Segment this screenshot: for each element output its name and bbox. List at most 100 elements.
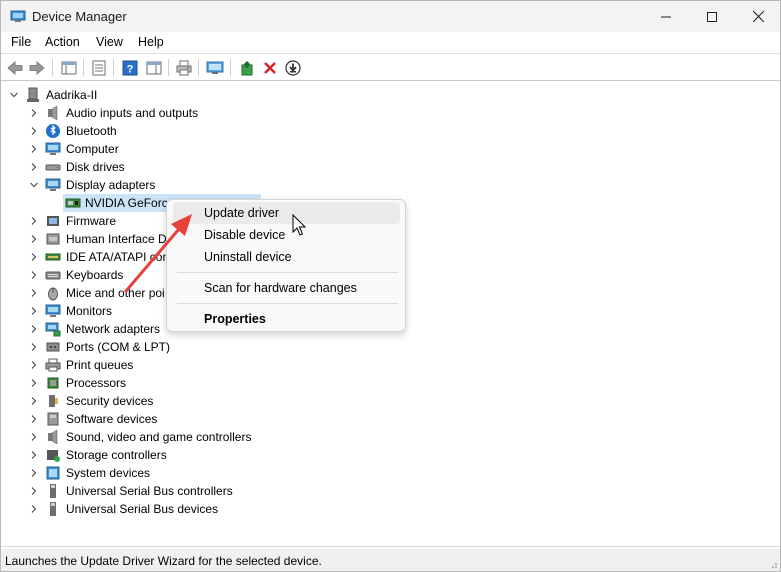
toolbar-separator — [52, 59, 53, 76]
computer-icon — [45, 142, 61, 155]
back-button[interactable] — [5, 58, 25, 77]
expand-chevron-icon[interactable] — [29, 252, 39, 262]
close-button[interactable] — [735, 1, 781, 32]
print-button[interactable] — [174, 58, 194, 77]
expand-chevron-icon[interactable] — [29, 360, 39, 370]
tree-node[interactable]: Security devices — [66, 394, 153, 408]
expand-chevron-icon[interactable] — [29, 288, 39, 298]
display-adapter-icon — [45, 178, 61, 191]
expand-chevron-icon[interactable] — [29, 486, 39, 496]
tree-node[interactable]: IDE ATA/ATAPI cont — [66, 250, 172, 264]
menu-view[interactable]: View — [96, 35, 123, 49]
menu-item-properties[interactable]: Properties — [173, 308, 400, 330]
expand-chevron-icon[interactable] — [29, 396, 39, 406]
processor-icon — [47, 377, 59, 389]
tree-root-node[interactable]: Aadrika-II — [46, 88, 97, 102]
update-driver-icon — [241, 60, 253, 75]
tree-node[interactable]: Storage controllers — [66, 448, 167, 462]
tree-node[interactable]: System devices — [66, 466, 150, 480]
printer-icon — [45, 358, 61, 372]
minimize-button[interactable] — [643, 1, 689, 32]
expand-chevron-icon[interactable] — [29, 306, 39, 316]
maximize-button[interactable] — [689, 1, 735, 32]
menu-help[interactable]: Help — [138, 35, 164, 49]
tree-node[interactable]: Audio inputs and outputs — [66, 106, 198, 120]
title-bar: Device Manager — [1, 1, 780, 32]
minimize-icon — [661, 16, 671, 17]
properties-button[interactable] — [89, 58, 109, 77]
scan-hardware-button[interactable] — [205, 58, 225, 77]
software-device-icon — [47, 412, 59, 426]
toolbar: ? — [1, 54, 780, 81]
collapse-chevron-icon[interactable] — [29, 180, 39, 190]
tree-node[interactable]: Universal Serial Bus devices — [66, 502, 218, 516]
svg-text:?: ? — [127, 63, 134, 75]
gpu-icon — [65, 198, 81, 208]
expand-chevron-icon[interactable] — [29, 414, 39, 424]
tree-node[interactable]: Disk drives — [66, 160, 125, 174]
tree-node[interactable]: Keyboards — [66, 268, 123, 282]
update-driver-button[interactable] — [237, 58, 257, 77]
action-pane-button[interactable] — [144, 58, 164, 77]
collapse-chevron-icon[interactable] — [9, 90, 19, 100]
uninstall-button[interactable] — [260, 58, 280, 77]
storage-controller-icon — [47, 450, 60, 462]
expand-chevron-icon[interactable] — [29, 216, 39, 226]
tree-node[interactable]: Computer — [66, 142, 119, 156]
tree-node[interactable]: Mice and other poi — [66, 286, 165, 300]
toolbar-separator — [230, 59, 231, 76]
tree-node[interactable]: Network adapters — [66, 322, 160, 336]
resize-grip-icon[interactable] — [768, 559, 778, 569]
tree-node[interactable]: Human Interface D — [66, 232, 167, 246]
toolbar-separator — [113, 59, 114, 76]
expand-chevron-icon[interactable] — [29, 504, 39, 514]
expand-chevron-icon[interactable] — [29, 126, 39, 136]
properties-icon — [92, 60, 106, 75]
tree-node[interactable]: Processors — [66, 376, 126, 390]
expand-chevron-icon[interactable] — [29, 450, 39, 460]
console-tree-button[interactable] — [59, 58, 79, 77]
close-icon — [752, 11, 764, 22]
window-title: Device Manager — [32, 9, 127, 24]
expand-chevron-icon[interactable] — [29, 234, 39, 244]
expand-chevron-icon[interactable] — [29, 468, 39, 478]
expand-chevron-icon[interactable] — [29, 432, 39, 442]
device-manager-window: Device Manager File Action View Help ? A… — [0, 0, 781, 572]
expand-chevron-icon[interactable] — [29, 144, 39, 154]
tree-node-selected[interactable]: NVIDIA GeForce — [85, 196, 174, 210]
menu-action[interactable]: Action — [45, 35, 80, 49]
tree-node[interactable]: Ports (COM & LPT) — [66, 340, 170, 354]
menu-item-disable-device[interactable]: Disable device — [173, 224, 400, 246]
expand-chevron-icon[interactable] — [29, 324, 39, 334]
tree-node[interactable]: Firmware — [66, 214, 116, 228]
expand-chevron-icon[interactable] — [29, 378, 39, 388]
menu-item-label: Update driver — [204, 206, 280, 220]
menu-file[interactable]: File — [11, 35, 31, 49]
expand-chevron-icon[interactable] — [29, 108, 39, 118]
ide-controller-icon — [45, 253, 61, 261]
scan-hardware-icon — [206, 61, 224, 74]
tree-node[interactable]: Print queues — [66, 358, 133, 372]
tree-node[interactable]: Display adapters — [66, 178, 155, 192]
console-tree-icon — [61, 61, 77, 74]
forward-button[interactable] — [27, 58, 47, 77]
help-button[interactable]: ? — [120, 58, 140, 77]
tree-node[interactable]: Monitors — [66, 304, 112, 318]
download-button[interactable] — [283, 58, 303, 77]
menu-item-update-driver[interactable]: Update driver — [173, 202, 400, 224]
menu-separator — [177, 303, 398, 304]
tree-node[interactable]: Bluetooth — [66, 124, 117, 138]
tree-node[interactable]: Software devices — [66, 412, 157, 426]
tree-node[interactable]: Universal Serial Bus controllers — [66, 484, 233, 498]
menu-item-label: Disable device — [204, 228, 286, 242]
expand-chevron-icon[interactable] — [29, 162, 39, 172]
forward-icon — [29, 60, 45, 75]
menu-item-scan-hardware[interactable]: Scan for hardware changes — [173, 277, 400, 299]
computer-root-icon — [27, 87, 39, 102]
bluetooth-icon — [46, 124, 60, 138]
tree-node[interactable]: Sound, video and game controllers — [66, 430, 251, 444]
expand-chevron-icon[interactable] — [29, 270, 39, 280]
expand-chevron-icon[interactable] — [29, 342, 39, 352]
menu-item-uninstall-device[interactable]: Uninstall device — [173, 246, 400, 268]
sound-icon — [48, 429, 58, 445]
